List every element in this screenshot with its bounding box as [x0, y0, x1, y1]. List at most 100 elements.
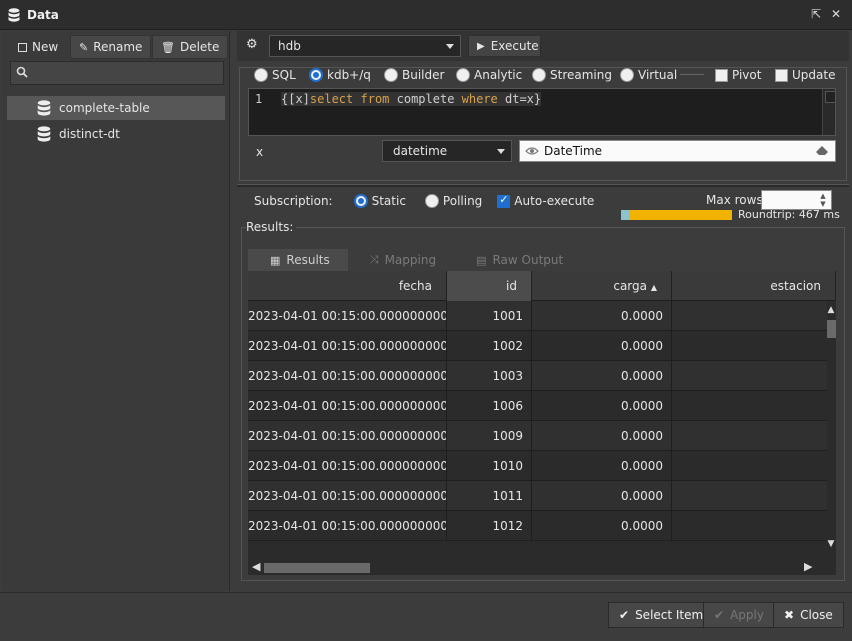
table-row[interactable]: 2023-04-01 00:15:00.000000000 1010 0.0000	[248, 451, 836, 481]
table-cell-estacion[interactable]	[672, 451, 836, 481]
table-cell-id[interactable]: 1001	[447, 301, 532, 331]
column-header-fecha[interactable]: fecha	[248, 271, 447, 301]
auto-execute-checkbox[interactable]	[497, 193, 511, 208]
table-cell-id[interactable]: 1002	[447, 331, 532, 361]
radio-icon	[254, 68, 268, 82]
table-cell-carga[interactable]: 0.0000	[532, 391, 672, 421]
radio-selected-icon	[309, 68, 323, 82]
new-button[interactable]: New	[10, 35, 66, 59]
table-cell-carga[interactable]: 0.0000	[532, 301, 672, 331]
table-cell-fecha[interactable]: 2023-04-01 00:15:00.000000000	[248, 421, 447, 451]
apply-button[interactable]: ✔ Apply	[703, 602, 775, 628]
static-radio[interactable]	[353, 194, 368, 208]
mode-kdbq-radio[interactable]: kdb+/q	[309, 67, 371, 83]
table-cell-id[interactable]: 1003	[447, 361, 532, 391]
table-cell-fecha[interactable]: 2023-04-01 00:15:00.000000000	[248, 391, 447, 421]
chevron-right-icon[interactable]: ▶	[804, 560, 812, 573]
table-row[interactable]: 2023-04-01 00:15:00.000000000 1006 0.0000	[248, 391, 836, 421]
table-cell-fecha[interactable]: 2023-04-01 00:15:00.000000000	[248, 481, 447, 511]
horizontal-scrollbar[interactable]: ◀ ▶	[248, 560, 836, 575]
table-cell-carga[interactable]: 0.0000	[532, 361, 672, 391]
table-cell-estacion[interactable]	[672, 481, 836, 511]
select-item-button[interactable]: ✔ Select Item	[608, 602, 715, 628]
table-cell-estacion[interactable]	[672, 391, 836, 421]
table-cell-estacion[interactable]	[672, 421, 836, 451]
table-cell-fecha[interactable]: 2023-04-01 00:15:00.000000000	[248, 511, 447, 541]
table-row[interactable]: 2023-04-01 00:15:00.000000000 1011 0.0000	[248, 481, 836, 511]
database-icon	[37, 126, 51, 142]
table-cell-estacion[interactable]	[672, 361, 836, 391]
left-panel: New ✎ Rename 🗑 Delete complete-table dis…	[2, 31, 230, 591]
table-cell-carga[interactable]: 0.0000	[532, 451, 672, 481]
table-row[interactable]: 2023-04-01 00:15:00.000000000 1001 0.0000	[248, 301, 836, 331]
table-cell-estacion[interactable]	[672, 331, 836, 361]
tree-item-complete-table[interactable]: complete-table	[7, 96, 225, 120]
vertical-scrollbar[interactable]: ▲ ▼	[827, 301, 836, 557]
tab-raw-output[interactable]: ▤ Raw Output	[454, 249, 581, 271]
table-cell-fecha[interactable]: 2023-04-01 00:15:00.000000000	[248, 361, 447, 391]
column-header-estacion[interactable]: estacion	[672, 271, 836, 301]
table-row[interactable]: 2023-04-01 00:15:00.000000000 1002 0.0000	[248, 331, 836, 361]
rename-button[interactable]: ✎ Rename	[70, 35, 152, 59]
delete-button[interactable]: 🗑 Delete	[152, 35, 229, 59]
tab-results[interactable]: ▦ Results	[248, 249, 348, 271]
search-input[interactable]	[10, 61, 224, 85]
table-cell-fecha[interactable]: 2023-04-01 00:15:00.000000000	[248, 331, 447, 361]
table-row[interactable]: 2023-04-01 00:15:00.000000000 1012 0.0000	[248, 511, 836, 541]
document-icon: ▤	[476, 253, 487, 267]
chevron-up-icon[interactable]: ▲	[824, 305, 836, 317]
table-row[interactable]: 2023-04-01 00:15:00.000000000 1009 0.0000	[248, 421, 836, 451]
scroll-thumb[interactable]	[264, 563, 370, 573]
table-cell-carga[interactable]: 0.0000	[532, 481, 672, 511]
column-header-carga[interactable]: carga ▲	[532, 271, 672, 301]
table-row[interactable]: 2023-04-01 00:15:00.000000000 1003 0.0000	[248, 361, 836, 391]
mode-virtual-radio[interactable]: Virtual	[620, 67, 677, 83]
chevron-down-icon[interactable]: ▼	[824, 539, 836, 551]
mode-analytic-radio[interactable]: Analytic	[456, 67, 522, 83]
mode-builder-radio[interactable]: Builder	[384, 67, 444, 83]
table-cell-carga[interactable]: 0.0000	[532, 331, 672, 361]
max-rows-input[interactable]: ▲ ▼	[761, 190, 832, 210]
table-cell-fecha[interactable]: 2023-04-01 00:15:00.000000000	[248, 301, 447, 331]
pivot-checkbox[interactable]: Pivot	[715, 67, 761, 83]
param-type-select[interactable]: datetime	[382, 140, 512, 162]
table-cell-carga[interactable]: 0.0000	[532, 421, 672, 451]
search-icon	[16, 66, 28, 78]
chevron-left-icon[interactable]: ◀	[252, 560, 260, 573]
scroll-thumb[interactable]	[827, 320, 836, 338]
column-header-id[interactable]: id	[447, 271, 532, 301]
tab-mapping[interactable]: ⤨ Mapping	[348, 249, 454, 271]
close-icon[interactable]: ✕	[830, 8, 842, 20]
param-value-field[interactable]: DateTime	[519, 140, 836, 162]
new-icon	[18, 42, 27, 52]
table-cell-id[interactable]: 1006	[447, 391, 532, 421]
tree-item-label: distinct-dt	[59, 127, 120, 141]
tree-item-distinct-dt[interactable]: distinct-dt	[7, 122, 225, 146]
query-editor[interactable]: 1 {[x]select from complete where dt=x}	[248, 88, 836, 136]
eraser-icon[interactable]	[815, 146, 829, 156]
table-cell-id[interactable]: 1009	[447, 421, 532, 451]
table-cell-estacion[interactable]	[672, 301, 836, 331]
table-cell-id[interactable]: 1012	[447, 511, 532, 541]
table-cell-estacion[interactable]	[672, 511, 836, 541]
table-cell-id[interactable]: 1010	[447, 451, 532, 481]
table-cell-fecha[interactable]: 2023-04-01 00:15:00.000000000	[248, 451, 447, 481]
table-cell-carga[interactable]: 0.0000	[532, 511, 672, 541]
roundtrip-label: Roundtrip: 467 ms	[738, 208, 840, 221]
spinner-icon[interactable]: ▲ ▼	[816, 192, 830, 208]
server-select[interactable]: hdb	[269, 35, 461, 57]
mapping-icon: ⤨	[369, 253, 379, 266]
mode-streaming-radio[interactable]: Streaming	[532, 67, 612, 83]
gears-icon[interactable]: ⚙	[246, 37, 258, 52]
polling-radio[interactable]	[424, 194, 439, 208]
execute-button[interactable]: ▶ Execute	[468, 35, 541, 57]
close-button[interactable]: ✖ Close	[773, 602, 844, 628]
mode-sql-radio[interactable]: SQL	[254, 67, 296, 83]
editor-scrollbar[interactable]	[822, 89, 836, 135]
update-checkbox[interactable]: Update	[775, 67, 835, 83]
footer-divider	[0, 592, 852, 593]
splitter[interactable]	[237, 184, 849, 187]
popout-icon[interactable]: ⇱	[810, 8, 822, 20]
table-cell-id[interactable]: 1011	[447, 481, 532, 511]
results-section-label: Results:	[246, 220, 297, 234]
